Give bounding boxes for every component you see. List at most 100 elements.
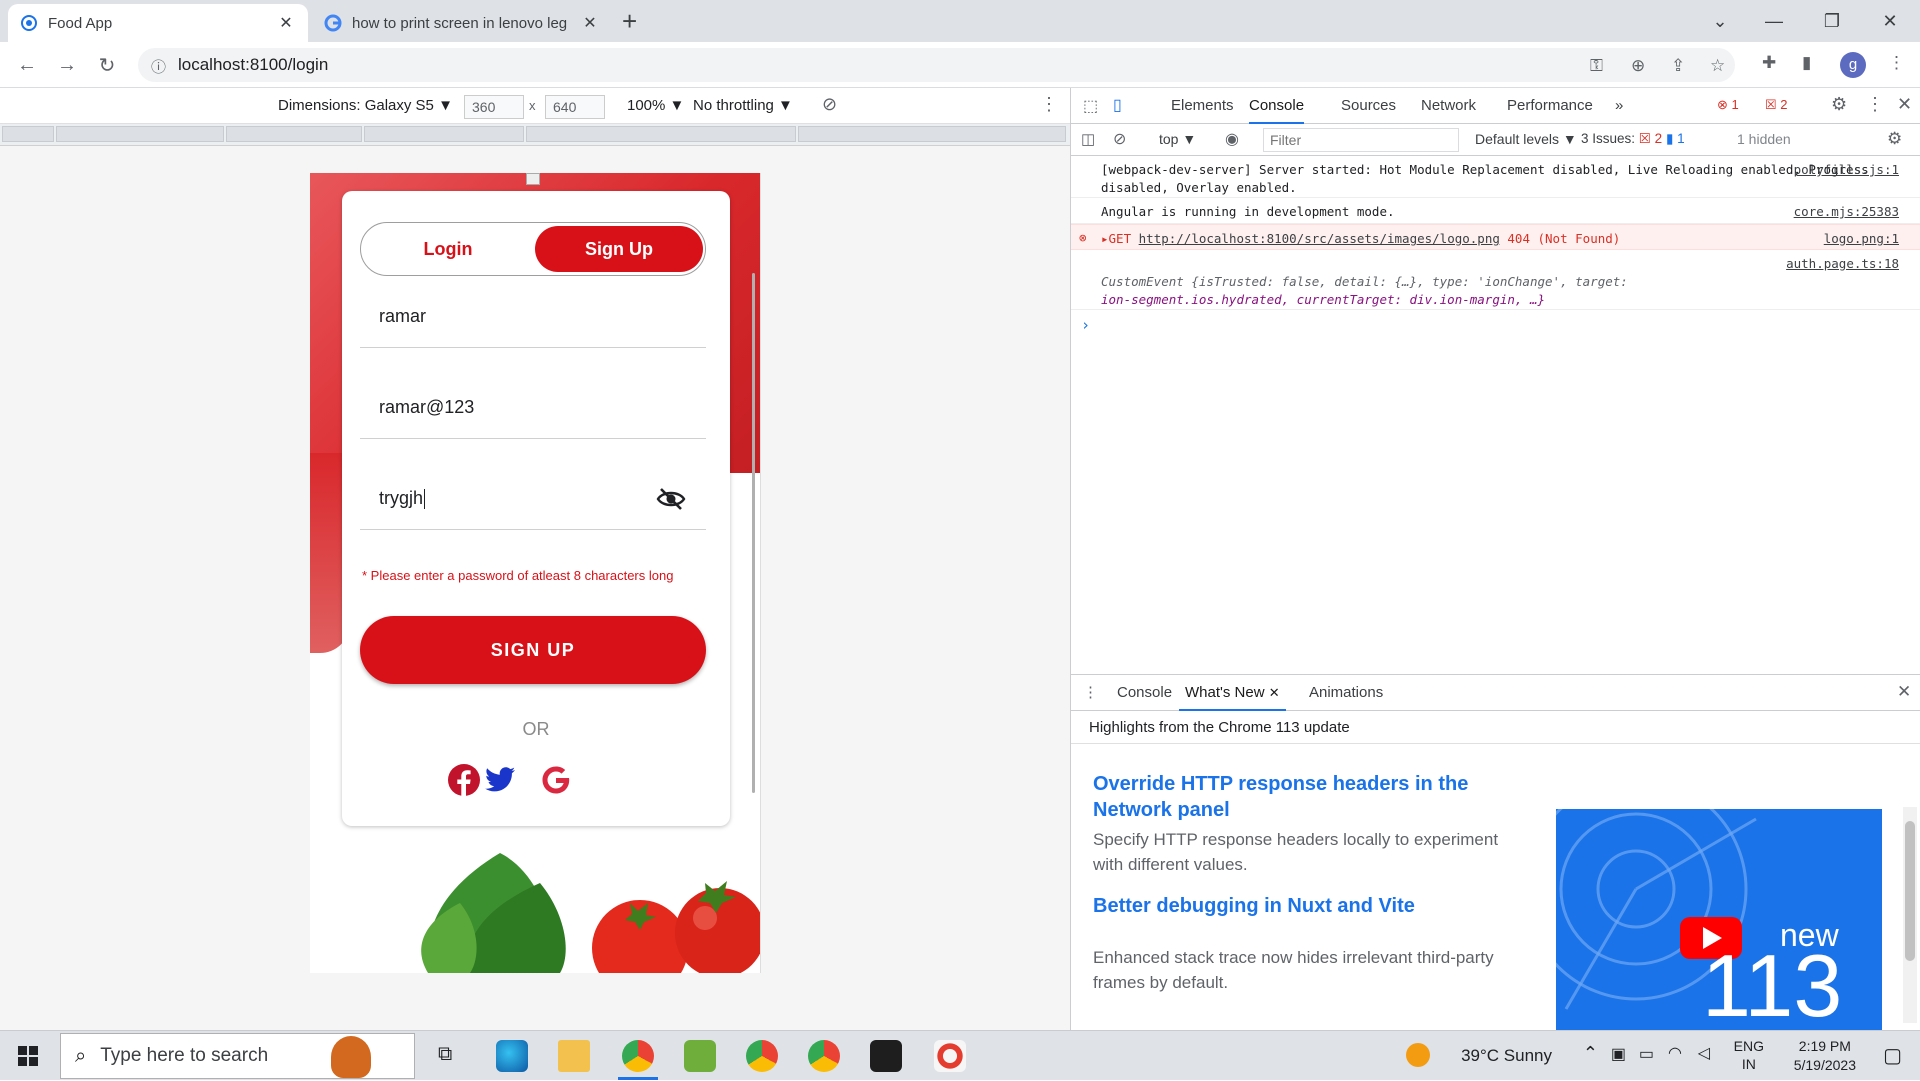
drawer-tab-console[interactable]: Console [1117,684,1172,701]
tab-network[interactable]: Network [1421,88,1476,124]
extensions-icon[interactable]: ✚ [1762,53,1776,73]
devtools-menu-icon[interactable]: ⋮ [1866,94,1884,115]
weather-sun-icon[interactable] [1406,1043,1430,1067]
tab-elements[interactable]: Elements [1171,88,1234,124]
battery-icon[interactable]: ▭ [1639,1044,1654,1064]
eye-off-icon[interactable] [656,486,686,512]
whats-new-item-title[interactable]: Override HTTP response headers in the Ne… [1093,771,1503,823]
segment-login-button[interactable]: Login [364,226,532,272]
live-expression-eye-icon[interactable]: ◉ [1225,129,1239,149]
rotate-icon[interactable]: ⊘ [822,94,837,115]
notifications-icon[interactable]: ▢ [1883,1043,1902,1068]
device-toggle-icon[interactable]: ▯ [1113,95,1122,115]
viewport-width-input[interactable]: 360 [464,95,524,119]
console-filter-input[interactable] [1263,128,1459,152]
weather-text[interactable]: 39°C Sunny [1461,1046,1552,1066]
forward-icon[interactable]: → [52,50,82,80]
console-settings-icon[interactable]: ⚙ [1887,129,1902,149]
paint-icon[interactable] [934,1040,966,1072]
google-signin-icon[interactable] [539,763,573,797]
throttling-select[interactable]: No throttling ▼ [693,97,793,114]
console-object-message[interactable]: auth.page.ts:18 CustomEvent {isTrusted: … [1071,250,1920,310]
restore-icon[interactable]: ❐ [1812,4,1852,38]
signup-submit-button[interactable]: SIGN UP [360,616,706,684]
zoom-select[interactable]: 100% ▼ [627,97,684,114]
minimize-icon[interactable]: — [1754,4,1794,38]
window-close-icon[interactable]: ✕ [1870,4,1910,38]
sidepanel-icon[interactable]: ▮ [1802,53,1811,73]
password-key-icon[interactable]: ⚿ [1590,56,1603,76]
issues-badge[interactable]: ☒ 2 [1765,97,1788,113]
request-method[interactable]: ▸GET [1101,231,1131,246]
device-toolbar-menu-icon[interactable]: ⋮ [1040,94,1058,115]
settings-gear-icon[interactable]: ⚙ [1831,94,1847,115]
new-tab-button[interactable]: + [622,6,637,37]
whats-new-item-desc: Specify HTTP response headers locally to… [1093,830,1499,874]
app-icon[interactable] [684,1040,716,1072]
language-indicator[interactable]: ENG IN [1734,1037,1764,1073]
facebook-icon[interactable] [447,763,481,797]
wifi-icon[interactable]: ◠ [1668,1043,1682,1063]
request-url-link[interactable]: http://localhost:8100/src/assets/images/… [1139,231,1500,246]
close-tab-icon[interactable]: ✕ [276,13,296,33]
drawer-tab-animations[interactable]: Animations [1309,684,1383,701]
browser-menu-icon[interactable]: ⋮ [1888,53,1905,73]
issues-summary[interactable]: 3 Issues: ☒ 2 ▮ 1 [1581,131,1685,147]
reload-icon[interactable]: ↻ [92,50,122,80]
share-icon[interactable]: ⇪ [1671,56,1685,76]
username-input[interactable]: ramar [360,286,706,348]
whats-new-item-title[interactable]: Better debugging in Nuxt and Vite [1093,893,1503,919]
chrome-profile-icon[interactable] [622,1040,654,1072]
tab-search-icon[interactable]: ⌄ [1700,4,1740,38]
password-input[interactable]: trygjh [360,468,706,530]
task-view-icon[interactable]: ⧉ [438,1043,452,1066]
profile-avatar[interactable]: g [1840,52,1866,78]
file-explorer-icon[interactable] [558,1040,590,1072]
taskbar-search-box[interactable]: ⌕ Type here to search [60,1033,415,1079]
edge-icon[interactable] [496,1040,528,1072]
sidebar-toggle-icon[interactable]: ◫ [1081,130,1095,148]
zoom-icon[interactable]: ⊕ [1631,56,1645,76]
tab-sources[interactable]: Sources [1341,88,1396,124]
clock[interactable]: 2:19 PM 5/19/2023 [1794,1037,1856,1075]
drawer-close-icon[interactable]: ✕ [1897,682,1911,702]
devtools-close-icon[interactable]: ✕ [1897,94,1912,115]
volume-icon[interactable]: ◁ [1698,1043,1710,1063]
inspect-element-icon[interactable]: ⬚ [1083,96,1098,116]
twitter-icon[interactable] [483,763,517,797]
phone-scrollbar[interactable] [752,273,755,793]
viewport-height-input[interactable]: 640 [545,95,605,119]
address-bar[interactable]: ⓘ localhost:8100/login ⚿ ⊕ ⇪ ☆ [138,48,1735,82]
console-source-link[interactable]: core.mjs:25383 [1794,203,1899,221]
more-tabs-icon[interactable]: » [1615,88,1623,124]
chrome-icon-2[interactable] [808,1040,840,1072]
email-input[interactable]: ramar@123 [360,377,706,439]
console-source-link[interactable]: logo.png:1 [1824,230,1899,248]
bookmark-star-icon[interactable]: ☆ [1710,56,1725,76]
chrome-icon[interactable] [746,1040,778,1072]
tab-google-search[interactable]: how to print screen in lenovo leg ✕ [312,4,612,42]
drawer-scrollbar[interactable] [1903,807,1917,1023]
drawer-menu-icon[interactable]: ⋮ [1083,683,1098,701]
windows-start-icon[interactable] [18,1046,38,1066]
info-icon[interactable]: ⓘ [151,56,166,77]
log-levels-select[interactable]: Default levels ▼ [1475,131,1577,147]
clear-console-icon[interactable]: ⊘ [1113,129,1126,149]
dimensions-select[interactable]: Dimensions: Galaxy S5 ▼ [278,97,453,114]
close-tab-icon[interactable]: ✕ [580,13,600,33]
segment-signup-button[interactable]: Sign Up [535,226,703,272]
meet-icon[interactable]: ▣ [1611,1044,1626,1064]
tab-performance[interactable]: Performance [1507,88,1593,124]
error-count-badge[interactable]: ⊗ 1 [1717,97,1739,113]
back-icon[interactable]: ← [12,50,42,80]
drawer-tab-whats-new[interactable]: What's New ✕ [1179,675,1286,711]
terminal-icon[interactable] [870,1040,902,1072]
whats-new-video-thumbnail[interactable]: new 113 [1556,809,1882,1031]
context-select[interactable]: top ▼ [1159,131,1196,147]
console-prompt[interactable]: › [1081,316,1090,334]
tray-overflow-icon[interactable]: ⌃ [1583,1043,1598,1064]
console-source-link[interactable]: auth.page.ts:18 [1786,255,1899,273]
tab-console[interactable]: Console [1249,88,1305,124]
console-source-link[interactable]: polyfills.js:1 [1794,161,1899,179]
tab-food-app[interactable]: Food App ✕ [8,4,308,42]
